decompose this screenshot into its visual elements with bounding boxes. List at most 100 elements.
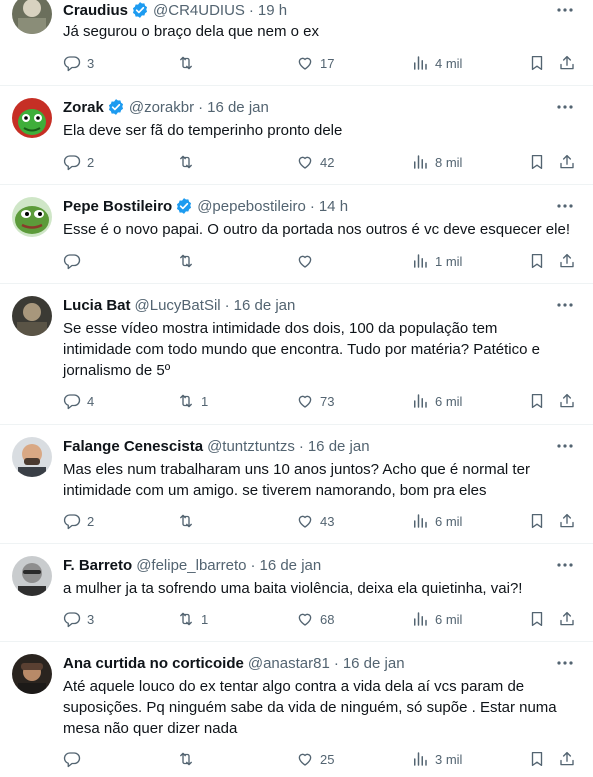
views-count: 1 mil — [435, 253, 463, 269]
timestamp[interactable]: 19 h — [258, 2, 287, 19]
share-button[interactable] — [558, 511, 576, 531]
reply-button[interactable]: 3 — [63, 53, 94, 73]
more-icon[interactable] — [555, 295, 575, 315]
author-name[interactable]: Zorak — [63, 99, 104, 116]
timestamp[interactable]: 16 de jan — [308, 438, 370, 455]
share-button[interactable] — [558, 152, 576, 172]
avatar[interactable] — [12, 98, 52, 138]
author-name[interactable]: F. Barreto — [63, 557, 132, 574]
tweet-6[interactable]: Ana curtida no corticoide @anastar81 · 1… — [0, 642, 593, 777]
author-name[interactable]: Lucia Bat — [63, 297, 131, 314]
avatar[interactable] — [12, 197, 52, 237]
author-handle[interactable]: @anastar81 — [248, 655, 330, 672]
tweet-header: Falange Cenescista @tuntztuntzs · 16 de … — [63, 436, 370, 456]
reply-icon — [63, 392, 81, 410]
timestamp[interactable]: 16 de jan — [259, 557, 321, 574]
bookmark-button[interactable] — [528, 609, 546, 629]
like-icon — [296, 750, 314, 768]
share-button[interactable] — [558, 391, 576, 411]
like-button[interactable]: 68 — [296, 609, 334, 629]
tweet-3[interactable]: Lucia Bat @LucyBatSil · 16 de jan Se ess… — [0, 284, 593, 425]
retweet-icon — [177, 750, 195, 768]
reply-button[interactable] — [63, 749, 87, 769]
timestamp[interactable]: 16 de jan — [207, 99, 269, 116]
like-button[interactable]: 43 — [296, 511, 334, 531]
share-button[interactable] — [558, 251, 576, 271]
retweet-button[interactable]: 1 — [177, 609, 208, 629]
more-icon[interactable] — [555, 653, 575, 673]
timestamp[interactable]: 14 h — [319, 198, 348, 215]
tweet-0[interactable]: Craudius @CR4UDIUS · 19 h Já segurou o b… — [0, 0, 593, 86]
tweet-2[interactable]: Pepe Bostileiro @pepebostileiro · 14 h E… — [0, 185, 593, 284]
author-handle[interactable]: @pepebostileiro — [197, 198, 306, 215]
views-button[interactable]: 1 mil — [411, 251, 462, 271]
reply-icon — [63, 153, 81, 171]
author-handle[interactable]: @CR4UDIUS — [153, 2, 245, 19]
author-handle[interactable]: @LucyBatSil — [135, 297, 221, 314]
more-icon[interactable] — [555, 196, 575, 216]
bookmark-icon — [528, 392, 546, 410]
share-icon — [558, 750, 576, 768]
bookmark-button[interactable] — [528, 53, 546, 73]
views-button[interactable]: 6 mil — [411, 609, 462, 629]
avatar[interactable] — [12, 654, 52, 694]
like-button[interactable]: 42 — [296, 152, 334, 172]
views-icon — [411, 750, 429, 768]
author-name[interactable]: Pepe Bostileiro — [63, 198, 172, 215]
timestamp[interactable]: 16 de jan — [234, 297, 296, 314]
share-button[interactable] — [558, 53, 576, 73]
tweet-4[interactable]: Falange Cenescista @tuntztuntzs · 16 de … — [0, 425, 593, 544]
bookmark-button[interactable] — [528, 152, 546, 172]
reply-button[interactable]: 3 — [63, 609, 94, 629]
retweet-button[interactable] — [177, 749, 201, 769]
views-button[interactable]: 3 mil — [411, 749, 462, 769]
retweet-icon — [177, 54, 195, 72]
tweet-1[interactable]: Zorak @zorakbr · 16 de jan Ela deve ser … — [0, 86, 593, 185]
tweet-5[interactable]: F. Barreto @felipe_lbarreto · 16 de jan … — [0, 544, 593, 642]
author-name[interactable]: Falange Cenescista — [63, 438, 203, 455]
author-name[interactable]: Ana curtida no corticoide — [63, 655, 244, 672]
reply-button[interactable]: 2 — [63, 152, 94, 172]
avatar[interactable] — [12, 296, 52, 336]
retweet-button[interactable] — [177, 53, 201, 73]
share-button[interactable] — [558, 749, 576, 769]
views-button[interactable]: 4 mil — [411, 53, 462, 73]
reply-button[interactable]: 2 — [63, 511, 94, 531]
tweet-header: F. Barreto @felipe_lbarreto · 16 de jan — [63, 555, 321, 575]
views-button[interactable]: 8 mil — [411, 152, 462, 172]
author-handle[interactable]: @felipe_lbarreto — [136, 557, 246, 574]
views-count: 6 mil — [435, 393, 463, 409]
views-button[interactable]: 6 mil — [411, 511, 462, 531]
share-button[interactable] — [558, 609, 576, 629]
tweet-text: Até aquele louco do ex tentar algo contr… — [63, 676, 583, 739]
more-icon[interactable] — [555, 436, 575, 456]
bookmark-button[interactable] — [528, 251, 546, 271]
reply-button[interactable]: 4 — [63, 391, 94, 411]
timestamp[interactable]: 16 de jan — [343, 655, 405, 672]
more-icon[interactable] — [555, 97, 575, 117]
author-name[interactable]: Craudius — [63, 2, 128, 19]
avatar[interactable] — [12, 556, 52, 596]
like-button[interactable]: 25 — [296, 749, 334, 769]
more-icon[interactable] — [555, 0, 575, 20]
retweet-button[interactable] — [177, 152, 201, 172]
avatar[interactable] — [12, 437, 52, 477]
more-icon[interactable] — [555, 555, 575, 575]
tweet-text-line: jornalismo de 5º — [63, 362, 171, 379]
like-button[interactable] — [296, 251, 320, 271]
retweet-button[interactable] — [177, 511, 201, 531]
reply-button[interactable] — [63, 251, 87, 271]
avatar[interactable] — [12, 0, 52, 34]
bookmark-button[interactable] — [528, 749, 546, 769]
author-handle[interactable]: @zorakbr — [129, 99, 194, 116]
bookmark-button[interactable] — [528, 391, 546, 411]
like-button[interactable]: 73 — [296, 391, 334, 411]
bookmark-button[interactable] — [528, 511, 546, 531]
views-button[interactable]: 6 mil — [411, 391, 462, 411]
like-button[interactable]: 17 — [296, 53, 334, 73]
author-handle[interactable]: @tuntztuntzs — [207, 438, 295, 455]
tweet-actions: 4 1 73 6 mil — [0, 391, 593, 411]
bookmark-icon — [528, 750, 546, 768]
retweet-button[interactable] — [177, 251, 201, 271]
retweet-button[interactable]: 1 — [177, 391, 208, 411]
